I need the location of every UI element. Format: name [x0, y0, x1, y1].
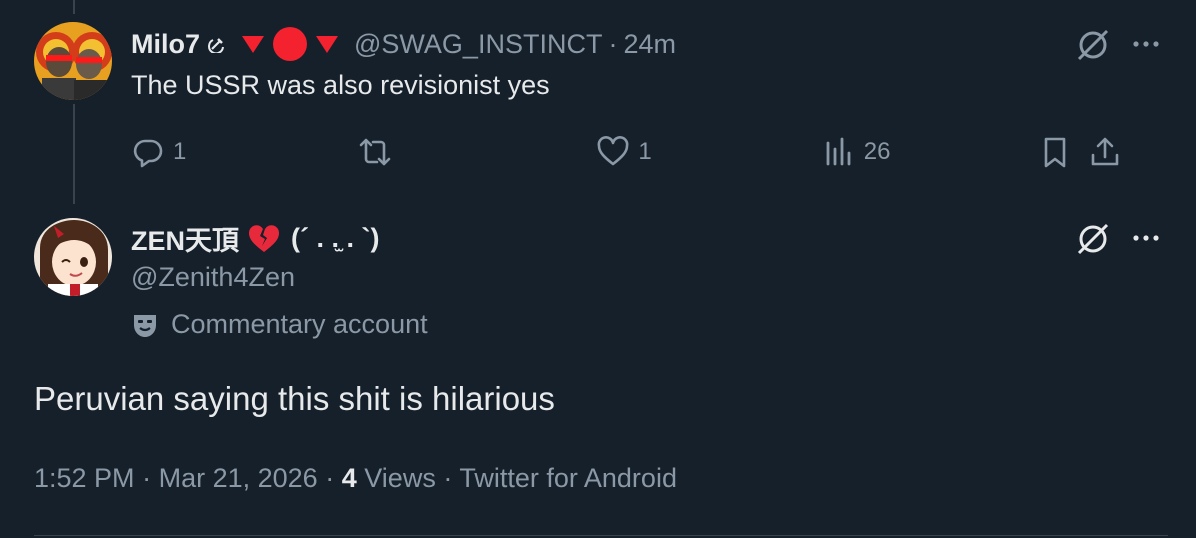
reply-text: The USSR was also revisionist yes [131, 70, 550, 100]
commentary-text: Commentary account [171, 309, 428, 339]
main-display-name[interactable]: ZEN天頂 [131, 219, 239, 258]
name-emoji-group [208, 26, 340, 62]
bookmark-button[interactable] [1038, 135, 1072, 169]
views-count: 4 [341, 463, 357, 493]
tweet-meta: 1:52 PM · Mar 21, 2026 · 4 Views · Twitt… [34, 463, 677, 494]
separator-dot: · [608, 28, 618, 59]
client-name[interactable]: Twitter for Android [459, 463, 677, 493]
theater-mask-icon [134, 314, 156, 337]
views-count: 26 [863, 138, 891, 165]
reply-header: Milo7 @SWAG_INSTINCT · 24m [131, 26, 676, 62]
tweet-date[interactable]: Mar 21, 2026 [159, 463, 318, 493]
reply-time[interactable]: 24m [623, 29, 676, 60]
commentary-label[interactable]: Commentary account [131, 309, 428, 340]
analytics-icon [826, 137, 851, 166]
reply-icon [133, 139, 163, 168]
reply-button[interactable]: 1 [131, 135, 186, 169]
retweet-button[interactable] [358, 135, 400, 169]
divider [34, 535, 1168, 536]
bookmark-icon [1045, 137, 1066, 168]
retweet-icon [360, 138, 391, 166]
reply-count: 1 [173, 138, 187, 165]
broken-heart-icon [248, 225, 280, 252]
reply-action-bar: 1 1 26 [131, 132, 1166, 172]
tweet-time[interactable]: 1:52 PM [34, 463, 135, 493]
main-handle[interactable]: @Zenith4Zen [131, 262, 295, 293]
views-label: Views [364, 463, 436, 493]
meta-separator: · [325, 463, 335, 493]
reply-display-name[interactable]: Milo7 [131, 29, 200, 60]
reply-handle[interactable]: @SWAG_INSTINCT [354, 29, 602, 60]
grok-icon[interactable] [1074, 220, 1112, 263]
red-circle-icon [273, 27, 308, 61]
avatar-milo7[interactable] [34, 22, 112, 100]
main-tweet-text: Peruvian saying this shit is hilarious [34, 380, 555, 417]
share-icon [1092, 137, 1119, 166]
avatar-zen[interactable] [34, 218, 112, 296]
main-name-suffix: (´ . .̫ . `) [291, 222, 380, 253]
more-options-icon[interactable] [1130, 224, 1162, 257]
red-triangle-down-icon [316, 36, 339, 53]
share-button[interactable] [1088, 135, 1122, 169]
red-triangle-down-icon [242, 36, 265, 53]
more-options-icon[interactable] [1130, 30, 1162, 63]
views-button[interactable]: 26 [822, 135, 891, 169]
meta-separator: · [443, 463, 453, 493]
hammer-sickle-icon [208, 38, 225, 53]
like-count: 1 [638, 138, 652, 165]
thread-connector [73, 104, 75, 204]
grok-icon[interactable] [1074, 26, 1112, 69]
tweet-thread-page: Milo7 @SWAG_INSTINCT · 24m The USSR was … [0, 0, 1196, 538]
like-button[interactable]: 1 [596, 135, 652, 169]
thread-connector-top [73, 0, 75, 14]
meta-separator: · [142, 463, 152, 493]
main-header: ZEN天頂 (´ . .̫ . `) [131, 218, 379, 258]
heart-icon [597, 136, 629, 166]
